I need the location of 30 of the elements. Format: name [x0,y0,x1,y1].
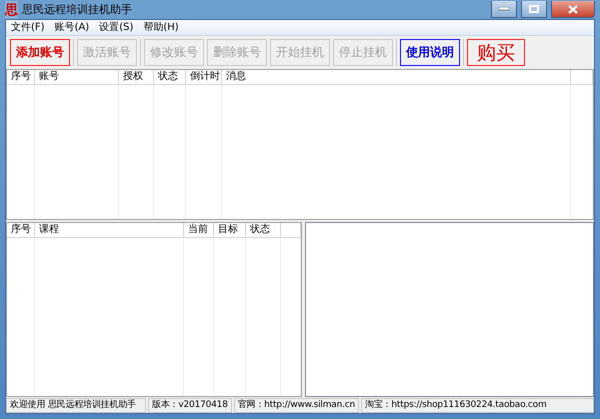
minimize-button[interactable] [491,1,517,18]
close-button[interactable] [551,1,595,18]
column-header[interactable]: 当前 [184,223,214,237]
column-header[interactable]: 授权 [119,70,154,84]
column-header[interactable]: 课程 [35,223,184,237]
column-header[interactable]: 序号 [7,70,35,84]
status-text: 版本：v20170418 [148,398,232,413]
status-text: 欢迎使用 思民远程培训挂机助手 [6,398,146,413]
maximize-button[interactable] [521,1,547,18]
menu-item[interactable]: 账号(A) [50,20,94,35]
column-header[interactable]: 序号 [7,223,35,237]
menu-item[interactable]: 文件(F) [6,20,50,35]
toolbar-button[interactable]: 购买 [467,39,525,66]
close-icon [568,4,578,14]
toolbar-button[interactable]: 使用说明 [400,39,460,66]
column-header[interactable]: 状态 [154,70,186,84]
window-title: 思民远程培训挂机助手 [22,2,133,17]
menu-item[interactable]: 帮助(H) [138,20,184,35]
status-text: 官网：http://www.silman.cn [234,398,360,413]
column-header[interactable]: 目标 [214,223,246,237]
menu-item[interactable]: 设置(S) [94,20,138,35]
maximize-icon [529,5,539,13]
status-text: 淘宝：https://shop111630224.taobao.com [361,398,594,413]
column-header[interactable]: 倒计时 [186,70,222,84]
column-header[interactable]: 账号 [35,70,119,84]
minimize-icon [499,7,509,11]
toolbar-button[interactable]: 添加账号 [10,39,70,66]
column-header[interactable]: 消息 [222,70,571,84]
app-icon: 思 [5,0,18,18]
column-header[interactable]: 状态 [246,223,281,237]
